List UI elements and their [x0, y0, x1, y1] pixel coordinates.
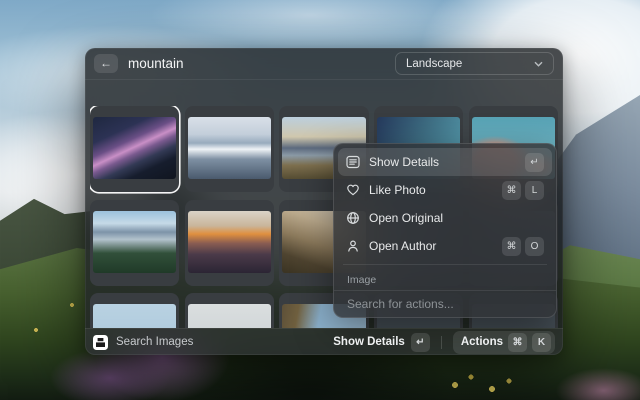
back-button[interactable]: ← — [94, 54, 118, 73]
thumbnail-photo — [93, 117, 176, 179]
command-name-label: Search Images — [116, 336, 193, 348]
heart-icon — [346, 183, 360, 197]
back-arrow-icon: ← — [100, 54, 112, 73]
thumbnail-cell[interactable] — [90, 106, 179, 192]
person-icon — [346, 239, 360, 253]
actions-search-placeholder: Search for actions... — [347, 297, 454, 311]
globe-icon — [346, 211, 360, 225]
thumbnail-photo — [188, 211, 271, 273]
cmd-key-badge: ⌘ — [508, 333, 527, 352]
key-badge: ⌘ — [502, 237, 521, 256]
search-query-text[interactable]: mountain — [128, 56, 184, 71]
unsplash-logo-icon — [93, 335, 108, 350]
actions-menu-list: Show Details ↵ Like Photo ⌘ L Open Origi… — [334, 144, 556, 290]
thumbnail-photo — [188, 117, 271, 179]
key-badge: ↵ — [525, 153, 544, 172]
menu-divider — [343, 264, 547, 265]
key-badge: ⌘ — [502, 181, 521, 200]
dropdown-value: Landscape — [406, 58, 462, 70]
actions-menu: Show Details ↵ Like Photo ⌘ L Open Origi… — [333, 143, 557, 318]
actions-button-label: Actions — [461, 336, 503, 348]
key-badge: O — [525, 237, 544, 256]
thumbnail-photo — [188, 304, 271, 328]
thumbnail-cell[interactable] — [185, 106, 274, 192]
thumbnail-cell[interactable] — [90, 293, 179, 328]
desktop: ← mountain Landscape Results 30 — [0, 0, 640, 400]
actions-button[interactable]: Actions ⌘ K — [453, 331, 555, 354]
menu-item-open-author[interactable]: Open Author ⌘ O — [338, 232, 552, 260]
thumbnail-cell[interactable] — [185, 293, 274, 328]
k-key-badge: K — [532, 333, 551, 352]
actions-search-input[interactable]: Search for actions... — [334, 290, 556, 317]
thumbnail-cell[interactable] — [185, 200, 274, 286]
footer-bar: Search Images Show Details ↵ Actions ⌘ K — [85, 328, 563, 355]
menu-item-open-original[interactable]: Open Original — [338, 204, 552, 232]
menu-item-like-photo[interactable]: Like Photo ⌘ L — [338, 176, 552, 204]
footer-divider — [441, 336, 442, 349]
thumbnail-photo — [93, 211, 176, 273]
menu-section-label: Image — [338, 269, 552, 289]
image-search-window: ← mountain Landscape Results 30 — [85, 48, 563, 355]
orientation-dropdown[interactable]: Landscape — [395, 52, 554, 75]
menu-item-label: Open Original — [369, 211, 443, 225]
footer-primary-label: Show Details — [333, 336, 405, 348]
footer-primary-action[interactable]: Show Details ↵ — [333, 333, 430, 352]
menu-item-label: Show Details — [369, 155, 439, 169]
return-key-badge: ↵ — [411, 333, 430, 352]
menu-item-label: Open Author — [369, 239, 436, 253]
window-header: ← mountain Landscape — [85, 48, 563, 80]
chevron-down-icon — [534, 61, 543, 67]
thumbnail-cell[interactable] — [90, 200, 179, 286]
thumbnail-photo — [93, 304, 176, 328]
details-icon — [346, 155, 360, 169]
menu-item-label: Like Photo — [369, 183, 426, 197]
menu-item-show-details[interactable]: Show Details ↵ — [338, 148, 552, 176]
key-badge: L — [525, 181, 544, 200]
